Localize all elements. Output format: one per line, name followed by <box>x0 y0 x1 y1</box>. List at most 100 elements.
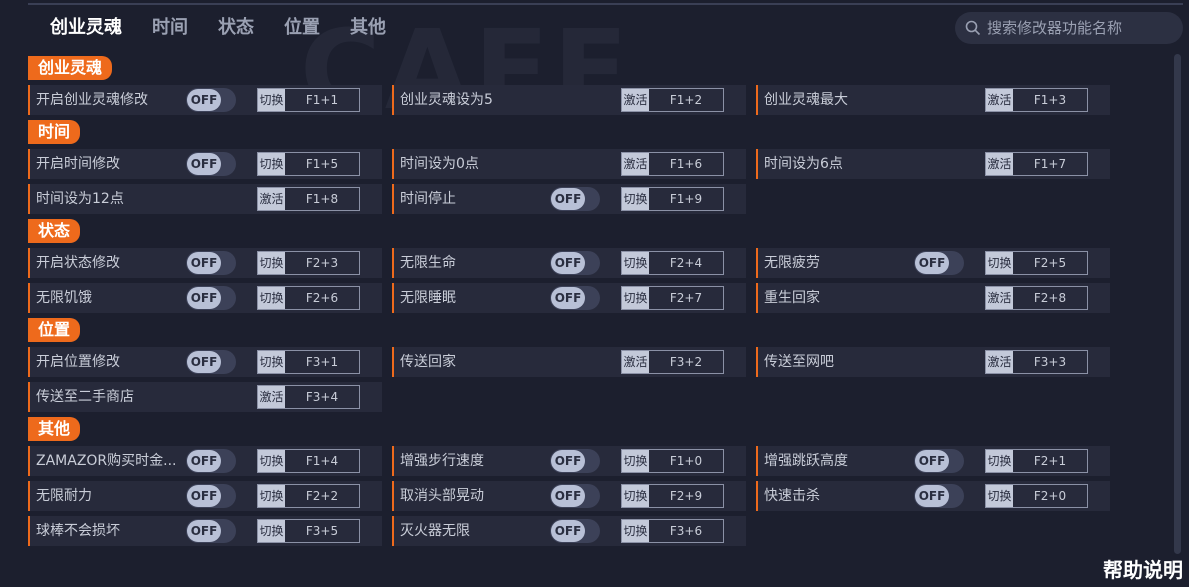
hotkey-key: F2+4 <box>669 256 703 270</box>
hotkey-button[interactable]: 切换 F3+1 <box>257 350 360 374</box>
cheat-item: 创业灵魂设为5 激活 F1+2 <box>392 85 746 115</box>
section-header: 位置 <box>28 318 81 342</box>
hotkey-button[interactable]: 切换 F2+2 <box>257 484 360 508</box>
toggle-switch[interactable]: OFF <box>186 484 236 508</box>
toggle-switch[interactable]: OFF <box>550 449 600 473</box>
toggle-switch[interactable]: OFF <box>186 449 236 473</box>
cheat-row: 开启时间修改 OFF 切换 F1+5 时间设为0点 激活 F1+6 时间设为6点 激活 F1+7 <box>28 149 1168 179</box>
search-icon <box>965 20 981 36</box>
hotkey-button[interactable]: 切换 F2+7 <box>621 286 724 310</box>
hotkey-action: 切换 <box>986 450 1013 472</box>
tab-status[interactable]: 状态 <box>218 14 254 42</box>
hotkey-button[interactable]: 切换 F2+5 <box>985 251 1088 275</box>
scrollbar[interactable] <box>1174 54 1181 554</box>
toggle-state: OFF <box>551 188 585 210</box>
cheat-label: 传送至二手商店 <box>36 389 134 405</box>
toggle-switch[interactable]: OFF <box>186 88 236 112</box>
hotkey-button[interactable]: 切换 F1+5 <box>257 152 360 176</box>
cheat-row: 球棒不会损坏 OFF 切换 F3+5 灭火器无限 OFF 切换 F3+6 <box>28 516 1168 546</box>
hotkey-button[interactable]: 切换 F3+6 <box>621 519 724 543</box>
toggle-state: OFF <box>915 485 949 507</box>
cheat-label: 增强步行速度 <box>400 453 484 469</box>
cheat-label: 无限疲劳 <box>764 255 820 271</box>
hotkey-key: F1+1 <box>305 93 339 107</box>
cheat-item: 取消头部晃动 OFF 切换 F2+9 <box>392 481 746 511</box>
hotkey-button[interactable]: 激活 F1+3 <box>985 88 1088 112</box>
hotkey-button[interactable]: 切换 F1+9 <box>621 187 724 211</box>
hotkey-action: 激活 <box>622 89 649 111</box>
hotkey-action: 激活 <box>258 188 285 210</box>
hotkey-button[interactable]: 激活 F3+4 <box>257 385 360 409</box>
tab-other[interactable]: 其他 <box>350 14 386 42</box>
hotkey-key: F2+6 <box>305 291 339 305</box>
search-input[interactable] <box>987 19 1167 37</box>
cheat-row: ZAMAZOR购买时金... OFF 切换 F1+4 增强步行速度 OFF 切换 F1+0 增强… <box>28 446 1168 476</box>
cheat-item: 开启位置修改 OFF 切换 F3+1 <box>28 347 382 377</box>
hotkey-button[interactable]: 切换 F2+9 <box>621 484 724 508</box>
toggle-switch[interactable]: OFF <box>914 449 964 473</box>
toggle-state: OFF <box>551 520 585 542</box>
cheat-label: ZAMAZOR购买时金... <box>36 453 177 469</box>
hotkey-action: 切换 <box>986 252 1013 274</box>
hotkey-action: 切换 <box>622 287 649 309</box>
toggle-switch[interactable]: OFF <box>914 251 964 275</box>
hotkey-button[interactable]: 激活 F1+6 <box>621 152 724 176</box>
hotkey-key: F3+6 <box>669 524 703 538</box>
hotkey-key: F2+3 <box>305 256 339 270</box>
hotkey-button[interactable]: 切换 F2+6 <box>257 286 360 310</box>
toggle-state: OFF <box>187 153 221 175</box>
hotkey-action: 切换 <box>258 287 285 309</box>
cheat-item: 传送回家 激活 F3+2 <box>392 347 746 377</box>
section-header: 状态 <box>28 219 81 243</box>
hotkey-button[interactable]: 激活 F1+7 <box>985 152 1088 176</box>
cheat-label: 时间停止 <box>400 191 456 207</box>
toggle-state: OFF <box>551 485 585 507</box>
hotkey-button[interactable]: 激活 F1+2 <box>621 88 724 112</box>
toggle-switch[interactable]: OFF <box>550 251 600 275</box>
cheat-label: 开启创业灵魂修改 <box>36 92 148 108</box>
hotkey-key: F3+5 <box>305 524 339 538</box>
toggle-switch[interactable]: OFF <box>914 484 964 508</box>
cheat-label: 传送至网吧 <box>764 354 834 370</box>
hotkey-button[interactable]: 切换 F1+0 <box>621 449 724 473</box>
section-header: 其他 <box>28 417 81 441</box>
hotkey-button[interactable]: 切换 F2+3 <box>257 251 360 275</box>
hotkey-button[interactable]: 激活 F3+3 <box>985 350 1088 374</box>
cheat-item: 开启时间修改 OFF 切换 F1+5 <box>28 149 382 179</box>
hotkey-key: F1+2 <box>669 93 703 107</box>
tab-position[interactable]: 位置 <box>284 14 320 42</box>
hotkey-action: 激活 <box>986 89 1013 111</box>
toggle-state: OFF <box>915 252 949 274</box>
hotkey-button[interactable]: 激活 F1+8 <box>257 187 360 211</box>
hotkey-action: 切换 <box>622 520 649 542</box>
hotkey-button[interactable]: 切换 F2+0 <box>985 484 1088 508</box>
help-button[interactable]: 帮助说明 <box>1103 554 1183 583</box>
toggle-switch[interactable]: OFF <box>186 251 236 275</box>
hotkey-button[interactable]: 切换 F3+5 <box>257 519 360 543</box>
toggle-switch[interactable]: OFF <box>550 187 600 211</box>
hotkey-button[interactable]: 切换 F2+4 <box>621 251 724 275</box>
cheat-label: 时间设为12点 <box>36 191 124 207</box>
cheat-label: 无限生命 <box>400 255 456 271</box>
cheat-label: 无限耐力 <box>36 488 92 504</box>
toggle-switch[interactable]: OFF <box>186 152 236 176</box>
toggle-switch[interactable]: OFF <box>186 519 236 543</box>
hotkey-key: F1+8 <box>305 192 339 206</box>
hotkey-button[interactable]: 激活 F2+8 <box>985 286 1088 310</box>
tab-time[interactable]: 时间 <box>152 14 188 42</box>
cheat-row: 传送至二手商店 激活 F3+4 <box>28 382 1168 412</box>
tab-entrepreneur-soul[interactable]: 创业灵魂 <box>50 14 122 42</box>
hotkey-action: 切换 <box>622 450 649 472</box>
hotkey-action: 切换 <box>258 520 285 542</box>
cheat-item: 时间设为0点 激活 F1+6 <box>392 149 746 179</box>
toggle-switch[interactable]: OFF <box>550 484 600 508</box>
hotkey-button[interactable]: 切换 F1+4 <box>257 449 360 473</box>
toggle-switch[interactable]: OFF <box>186 350 236 374</box>
hotkey-button[interactable]: 切换 F1+1 <box>257 88 360 112</box>
toggle-switch[interactable]: OFF <box>186 286 236 310</box>
hotkey-button[interactable]: 激活 F3+2 <box>621 350 724 374</box>
hotkey-button[interactable]: 切换 F2+1 <box>985 449 1088 473</box>
toggle-switch[interactable]: OFF <box>550 519 600 543</box>
toggle-switch[interactable]: OFF <box>550 286 600 310</box>
cheat-label: 无限睡眠 <box>400 290 456 306</box>
